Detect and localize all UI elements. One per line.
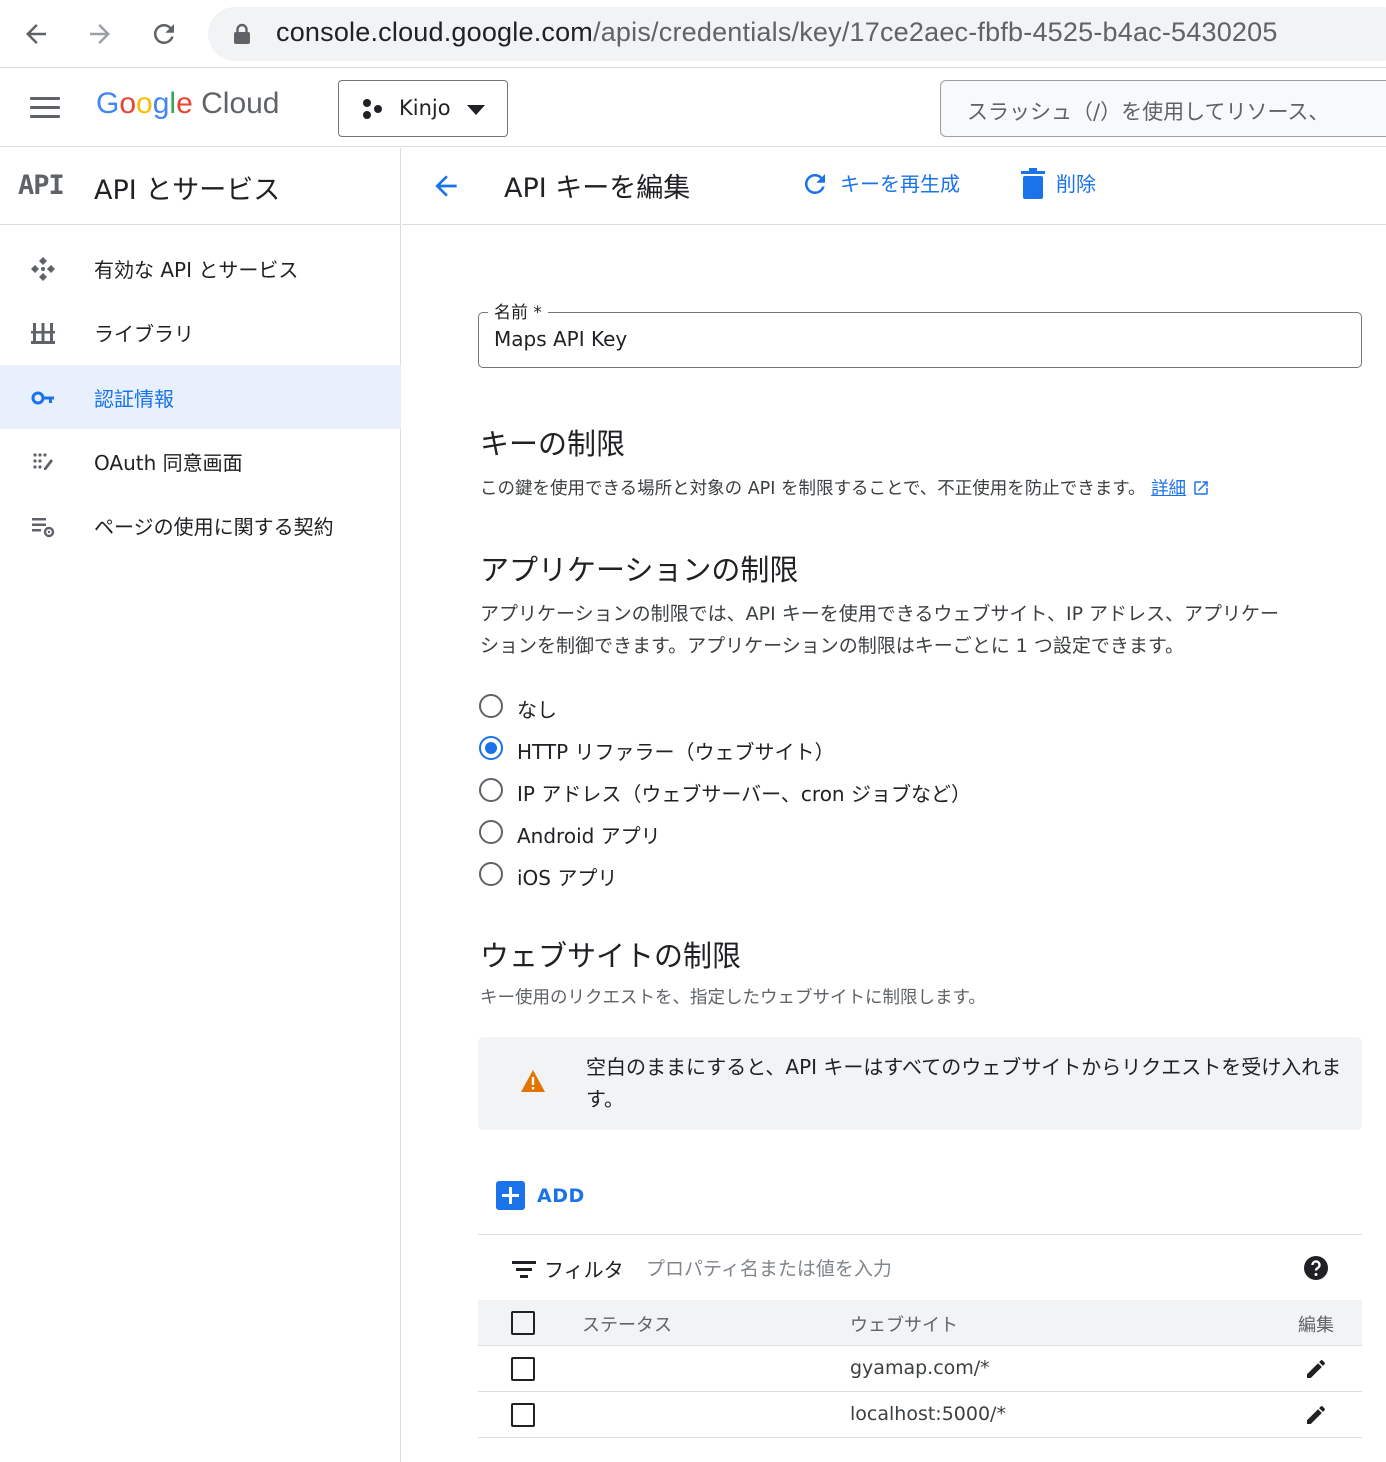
key-restrictions-text: この鍵を使用できる場所と対象の API を制限することで、不正使用を防止できます… xyxy=(480,479,1146,499)
filter-bar: フィルタ プロパティ名または値を入力 xyxy=(478,1234,1362,1300)
url-text: console.cloud.google.com/apis/credential… xyxy=(276,17,1278,47)
edit-icon[interactable] xyxy=(1304,1357,1328,1381)
regenerate-label: キーを再生成 xyxy=(840,172,960,196)
row-checkbox[interactable] xyxy=(511,1357,535,1381)
edit-icon[interactable] xyxy=(1304,1403,1328,1427)
column-edit: 編集 xyxy=(1298,1315,1334,1336)
row-checkbox[interactable] xyxy=(511,1403,535,1427)
radio-label: Android アプリ xyxy=(517,824,661,848)
table-row: gyamap.com/* xyxy=(478,1346,1362,1392)
back-icon[interactable] xyxy=(16,14,56,54)
sidebar-item-label: 認証情報 xyxy=(94,387,174,411)
sidebar-item-oauth-consent[interactable]: OAuth 同意画面 xyxy=(0,429,401,493)
search-placeholder: スラッシュ（/）を使用してリソース、 xyxy=(967,100,1330,124)
radio-label: なし xyxy=(517,698,557,722)
details-link[interactable]: 詳細 xyxy=(1151,479,1186,499)
google-cloud-logo[interactable]: Google Cloud xyxy=(96,87,280,121)
sidebar-item-label: OAuth 同意画面 xyxy=(94,451,243,475)
radio-ip-address[interactable]: IP アドレス（ウェブサーバー、cron ジョブなど） xyxy=(478,773,971,809)
forward-icon[interactable] xyxy=(80,14,120,54)
sidebar-item-credentials[interactable]: 認証情報 xyxy=(0,365,401,429)
reload-icon[interactable] xyxy=(144,14,184,54)
warning-banner: 空白のままにすると、API キーはすべてのウェブサイトからリクエストを受け入れま… xyxy=(478,1037,1362,1130)
library-icon xyxy=(31,323,55,344)
sidebar-title: API とサービス xyxy=(94,175,281,206)
refresh-icon xyxy=(804,173,825,194)
add-label: ADD xyxy=(537,1184,585,1207)
app-restrictions-line-1: アプリケーションの制限では、API キーを使用できるウェブサイト、IP アドレス… xyxy=(480,603,1280,625)
column-website[interactable]: ウェブサイト xyxy=(850,1311,958,1337)
delete-button[interactable]: 削除 xyxy=(1020,168,1096,200)
select-all-checkbox[interactable] xyxy=(511,1311,535,1335)
project-name: Kinjo xyxy=(399,96,451,120)
page-title: API キーを編集 xyxy=(504,173,691,204)
radio-circle[interactable] xyxy=(479,778,503,802)
project-icon xyxy=(363,99,382,119)
radio-label: IP アドレス（ウェブサーバー、cron ジョブなど） xyxy=(517,782,971,806)
caret-down-icon xyxy=(467,105,485,115)
add-icon xyxy=(496,1181,525,1210)
console-header: Google Cloud Kinjo スラッシュ（/）を使用してリソース、 xyxy=(0,69,1386,147)
consent-icon xyxy=(33,453,53,470)
table-row: localhost:5000/* xyxy=(478,1392,1362,1438)
filter-icon[interactable] xyxy=(512,1259,536,1279)
radio-circle[interactable] xyxy=(479,820,503,844)
sidebar-item-page-usage[interactable]: ページの使用に関する契約 xyxy=(0,493,401,557)
sidebar-header: API API とサービス xyxy=(0,148,401,225)
lock-icon xyxy=(234,23,250,44)
address-bar[interactable]: console.cloud.google.com/apis/credential… xyxy=(208,7,1386,61)
page-header: API キーを編集 キーを再生成 削除 xyxy=(402,148,1386,225)
row-website: localhost:5000/* xyxy=(850,1403,1006,1425)
external-link-icon[interactable] xyxy=(1192,479,1210,497)
delete-label: 削除 xyxy=(1056,172,1096,196)
radio-circle[interactable] xyxy=(479,736,503,760)
warning-text: 空白のままにすると、API キーはすべてのウェブサイトからリクエストを受け入れま… xyxy=(586,1055,1342,1111)
filter-input[interactable]: プロパティ名または値を入力 xyxy=(646,1254,892,1281)
website-restrictions-heading: ウェブサイトの制限 xyxy=(480,939,742,973)
trash-icon xyxy=(1021,168,1045,199)
help-icon[interactable] xyxy=(1304,1256,1328,1280)
key-restrictions-description: この鍵を使用できる場所と対象の API を制限することで、不正使用を防止できます… xyxy=(480,473,1210,505)
menu-icon[interactable] xyxy=(30,97,60,119)
back-arrow-icon[interactable] xyxy=(430,170,462,202)
radio-circle[interactable] xyxy=(479,862,503,886)
settings-list-icon xyxy=(32,518,55,538)
app-restrictions-description: アプリケーションの制限では、API キーを使用できるウェブサイト、IP アドレス… xyxy=(480,598,1364,662)
row-website: gyamap.com/* xyxy=(850,1357,990,1379)
sidebar-item-label: ページの使用に関する契約 xyxy=(94,515,334,539)
table-header: ステータス ウェブサイト 編集 xyxy=(478,1300,1362,1346)
warning-icon xyxy=(521,1070,545,1092)
radio-http-referrer[interactable]: HTTP リファラー（ウェブサイト） xyxy=(478,731,878,767)
name-field-label: 名前 * xyxy=(488,298,548,323)
sidebar: API API とサービス 有効な API とサービス ライブラリ 認証情報 O… xyxy=(0,148,401,1462)
sidebar-item-label: 有効な API とサービス xyxy=(94,258,299,282)
column-status[interactable]: ステータス xyxy=(582,1311,672,1337)
radio-none[interactable]: なし xyxy=(478,689,878,725)
hub-icon xyxy=(31,257,55,281)
radio-ios[interactable]: iOS アプリ xyxy=(478,857,878,893)
website-restrictions-description: キー使用のリクエストを、指定したウェブサイトに制限します。 xyxy=(480,988,986,1008)
add-website-button[interactable]: ADD xyxy=(496,1181,585,1210)
radio-label: iOS アプリ xyxy=(517,866,618,890)
radio-android[interactable]: Android アプリ xyxy=(478,815,878,851)
search-input[interactable]: スラッシュ（/）を使用してリソース、 xyxy=(940,80,1386,137)
logo-cloud: Cloud xyxy=(201,87,280,120)
key-restrictions-heading: キーの制限 xyxy=(480,427,626,461)
sidebar-item-enabled-apis[interactable]: 有効な API とサービス xyxy=(0,236,401,300)
filter-label: フィルタ xyxy=(544,1258,624,1282)
logo-google: Google xyxy=(96,87,193,120)
project-picker[interactable]: Kinjo xyxy=(338,80,508,137)
radio-circle[interactable] xyxy=(479,694,503,718)
radio-label: HTTP リファラー（ウェブサイト） xyxy=(517,740,835,764)
api-logo: API xyxy=(18,170,65,201)
sidebar-item-library[interactable]: ライブラリ xyxy=(0,300,401,364)
name-field-value[interactable]: Maps API Key xyxy=(494,327,627,351)
app-restrictions-line-2: ションを制御できます。アプリケーションの制限はキーごとに 1 つ設定できます。 xyxy=(480,635,1184,657)
key-icon xyxy=(31,391,54,405)
regenerate-key-button[interactable]: キーを再生成 xyxy=(800,168,960,200)
browser-toolbar: console.cloud.google.com/apis/credential… xyxy=(0,0,1386,68)
app-restrictions-heading: アプリケーションの制限 xyxy=(480,553,799,587)
sidebar-item-label: ライブラリ xyxy=(94,322,194,346)
